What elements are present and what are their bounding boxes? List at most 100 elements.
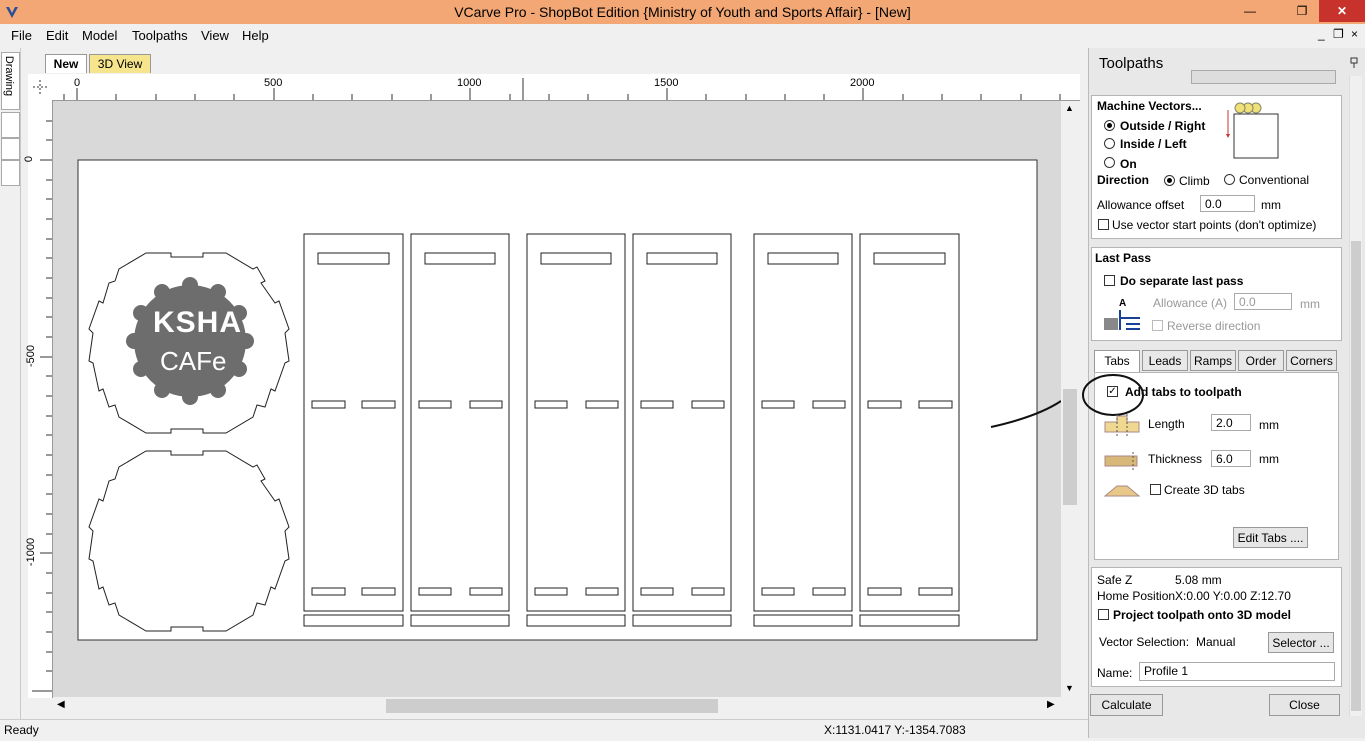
inside-left-radio[interactable] [1104, 138, 1115, 149]
tab-length-label: Length [1148, 417, 1185, 431]
canvas-vertical-scrollbar[interactable]: ▲ ▼ [1061, 101, 1079, 697]
home-position-label: Home Position [1097, 589, 1176, 603]
design-drawing [77, 159, 1061, 641]
direction-label: Direction [1097, 173, 1150, 187]
allowance-offset-label: Allowance offset [1097, 198, 1185, 212]
horizontal-ruler-ticks [63, 78, 1061, 100]
allowance-offset-input[interactable]: 0.0 [1200, 195, 1255, 212]
tab-corners[interactable]: Corners [1286, 350, 1337, 371]
v-ruler-label: 0 [23, 155, 36, 163]
last-pass-heading: Last Pass [1095, 251, 1152, 265]
canvas-horizontal-scrollbar[interactable]: ◀ ▶ [53, 697, 1061, 715]
scroll-left-icon[interactable]: ◀ [57, 699, 65, 710]
menu-file[interactable]: File [11, 28, 32, 43]
status-ready: Ready [4, 723, 39, 737]
tab-order[interactable]: Order [1238, 350, 1284, 371]
scroll-right-icon[interactable]: ▶ [1047, 699, 1055, 710]
h-ruler-label: 500 [264, 77, 283, 89]
create-3d-tabs-checkbox[interactable] [1150, 484, 1161, 495]
on-radio[interactable] [1104, 157, 1115, 168]
project-toolpath-checkbox[interactable] [1098, 609, 1109, 620]
vector-selection-label: Vector Selection: [1099, 635, 1190, 649]
panel-scrollbar[interactable] [1349, 76, 1362, 716]
menu-help[interactable]: Help [242, 28, 269, 43]
vector-selection-value: Manual [1196, 635, 1236, 649]
conventional-label: Conventional [1239, 173, 1310, 187]
maximize-window-button[interactable]: ❐ [1285, 0, 1319, 22]
climb-label: Climb [1179, 174, 1210, 188]
last-pass-allowance-label: Allowance (A) [1153, 296, 1228, 310]
drawing-tab-label: Drawing [3, 55, 15, 97]
calculate-button[interactable]: Calculate [1090, 694, 1163, 716]
toolpath-name-input[interactable]: Profile 1 [1139, 662, 1335, 681]
3d-tab-icon [1103, 485, 1141, 497]
h-ruler-label: 1000 [457, 77, 482, 89]
tab-length-icon [1104, 414, 1140, 436]
vertical-scroll-thumb[interactable] [1063, 389, 1077, 505]
tab-tabs[interactable]: Tabs [1094, 350, 1140, 373]
selector-button[interactable]: Selector ... [1268, 632, 1334, 653]
tab-thickness-label: Thickness [1148, 452, 1203, 466]
tab-3d-view[interactable]: 3D View [89, 54, 151, 73]
minimize-window-button[interactable]: — [1233, 0, 1267, 22]
pin-icon[interactable] [1349, 57, 1359, 69]
tab-leads[interactable]: Leads [1142, 350, 1188, 371]
last-pass-allowance-icon: A [1104, 298, 1140, 330]
mdi-restore-button[interactable]: ❐ [1333, 27, 1344, 41]
close-panel-button[interactable]: Close [1269, 694, 1340, 716]
left-tab-slot[interactable] [1, 112, 20, 138]
inside-left-label: Inside / Left [1120, 137, 1187, 151]
create-3d-tabs-label: Create 3D tabs [1164, 483, 1245, 497]
edit-tabs-button[interactable]: Edit Tabs .... [1233, 527, 1308, 548]
tab-length-input[interactable]: 2.0 [1211, 414, 1251, 431]
ruler-corner[interactable] [28, 74, 53, 101]
safe-z-value: 5.08 mm [1175, 573, 1222, 587]
tab-new[interactable]: New [45, 54, 87, 73]
menu-edit[interactable]: Edit [46, 28, 68, 43]
project-toolpath-label: Project toolpath onto 3D model [1113, 608, 1292, 622]
mdi-close-button[interactable]: × [1351, 27, 1358, 41]
machine-vector-preview-icon [1226, 102, 1279, 159]
use-vector-start-checkbox[interactable] [1098, 219, 1109, 230]
vertical-ruler-ticks [32, 120, 52, 692]
logo-text-bottom: CAFe [160, 346, 227, 376]
last-pass-allowance-input[interactable]: 0.0 [1234, 293, 1292, 310]
horizontal-scroll-thumb[interactable] [386, 699, 718, 713]
vertical-ruler: 0 -500 -1000 [23, 100, 53, 698]
separate-last-pass-checkbox[interactable] [1104, 275, 1115, 286]
h-ruler-label: 0 [74, 77, 81, 89]
left-tab-slot[interactable] [1, 160, 20, 186]
reverse-direction-checkbox[interactable] [1152, 320, 1163, 331]
left-tab-slot[interactable] [1, 138, 20, 160]
reverse-direction-label: Reverse direction [1167, 319, 1261, 333]
close-window-button[interactable]: ✕ [1319, 0, 1365, 22]
use-vector-start-label: Use vector start points (don't optimize) [1112, 218, 1317, 232]
outside-right-radio[interactable] [1104, 120, 1115, 131]
mdi-minimize-button[interactable]: _ [1318, 27, 1325, 41]
crosshair-icon [33, 80, 47, 94]
tab-length-unit: mm [1259, 418, 1279, 432]
partial-hidden-button[interactable] [1191, 70, 1336, 84]
logo-text-top: KSHA [153, 306, 243, 339]
window-title: VCarve Pro - ShopBot Edition {Ministry o… [454, 4, 911, 20]
toolpaths-panel-title: Toolpaths [1099, 55, 1164, 72]
horizontal-ruler: 0 500 1000 1500 2000 [52, 74, 1080, 101]
climb-radio[interactable] [1164, 175, 1175, 186]
machine-vectors-heading: Machine Vectors... [1097, 99, 1202, 113]
menu-model[interactable]: Model [82, 28, 117, 43]
scroll-down-icon[interactable]: ▼ [1065, 683, 1074, 693]
scroll-up-icon[interactable]: ▲ [1065, 103, 1074, 113]
tab-thickness-unit: mm [1259, 452, 1279, 466]
panel-scroll-thumb[interactable] [1351, 241, 1361, 711]
tab-thickness-icon [1104, 452, 1138, 470]
last-pass-allowance-unit: mm [1300, 297, 1320, 311]
name-label: Name: [1097, 666, 1133, 680]
tab-ramps[interactable]: Ramps [1190, 350, 1236, 371]
home-position-value: X:0.00 Y:0.00 Z:12.70 [1175, 589, 1291, 603]
tab-thickness-input[interactable]: 6.0 [1211, 450, 1251, 467]
svg-text:A: A [1119, 298, 1126, 309]
menu-toolpaths[interactable]: Toolpaths [132, 28, 188, 43]
drawing-canvas[interactable]: KSHA CAFe [53, 101, 1061, 697]
menu-view[interactable]: View [201, 28, 229, 43]
conventional-radio[interactable] [1224, 174, 1235, 185]
